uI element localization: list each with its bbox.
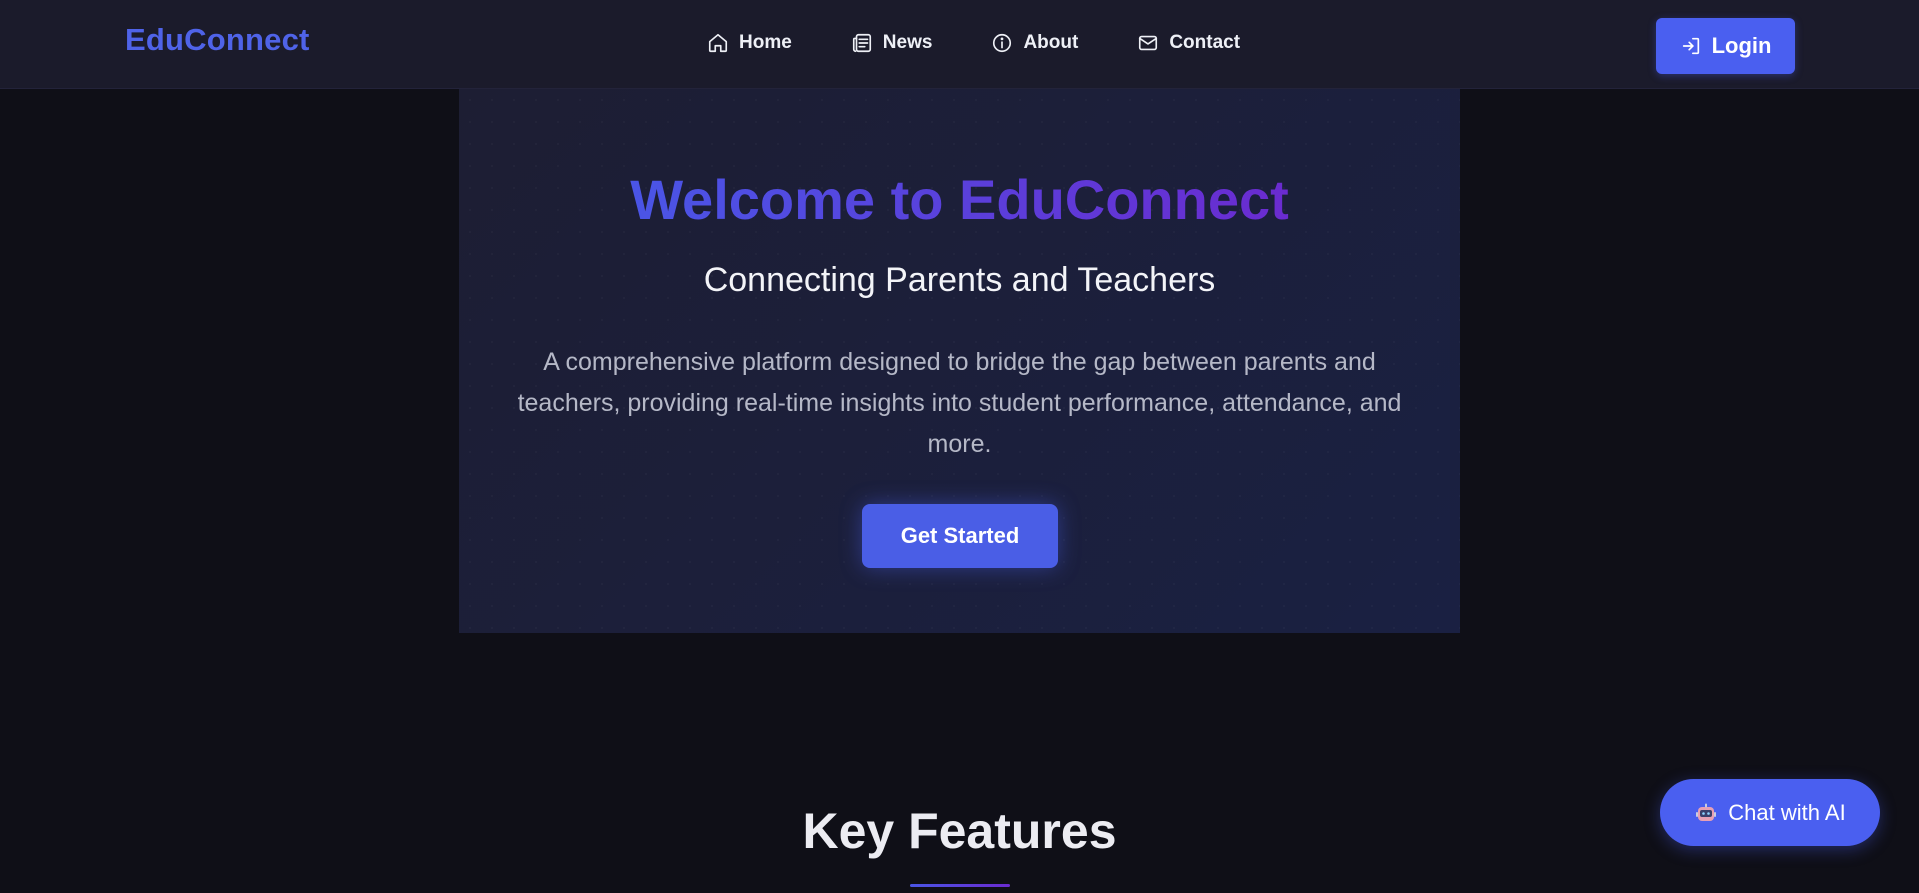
- get-started-button[interactable]: Get Started: [862, 504, 1058, 568]
- hero-title: Welcome to EduConnect: [459, 167, 1460, 232]
- chat-with-ai-button[interactable]: Chat with AI: [1660, 779, 1880, 846]
- login-icon: [1682, 37, 1699, 55]
- nav-link-about-label: About: [1023, 32, 1079, 53]
- nav-link-contact-label: Contact: [1169, 32, 1241, 53]
- features-heading-underline: [910, 884, 1010, 887]
- hero-subtitle: Connecting Parents and Teachers: [703, 261, 1216, 299]
- login-button[interactable]: Login: [1656, 18, 1795, 74]
- newspaper-icon: [852, 33, 871, 53]
- hero-title-text: Welcome to EduConnect: [630, 168, 1289, 231]
- nav-link-home-label: Home: [739, 32, 792, 53]
- info-icon: [993, 33, 1012, 53]
- nav-link-contact[interactable]: Contact: [1137, 32, 1240, 54]
- features-heading: Key Features: [802, 803, 1117, 859]
- top-navbar: EduConnect Home News About Contact Login: [0, 0, 1919, 89]
- robot-icon: [1696, 803, 1717, 821]
- home-icon: [708, 33, 728, 53]
- nav-links: Home News About Contact: [707, 28, 1240, 58]
- nav-link-about[interactable]: About: [991, 32, 1078, 54]
- hero-description: A comprehensive platform designed to bri…: [517, 348, 1402, 458]
- chat-with-ai-label: Chat with AI: [1728, 799, 1846, 825]
- mail-icon: [1139, 35, 1158, 51]
- nav-link-news-label: News: [882, 32, 933, 53]
- brand-logo[interactable]: EduConnect: [125, 22, 310, 58]
- nav-link-home[interactable]: Home: [707, 32, 792, 54]
- login-button-label: Login: [1711, 33, 1772, 58]
- nav-link-news[interactable]: News: [851, 32, 933, 54]
- hero-section: Welcome to EduConnect Connecting Parents…: [459, 89, 1460, 633]
